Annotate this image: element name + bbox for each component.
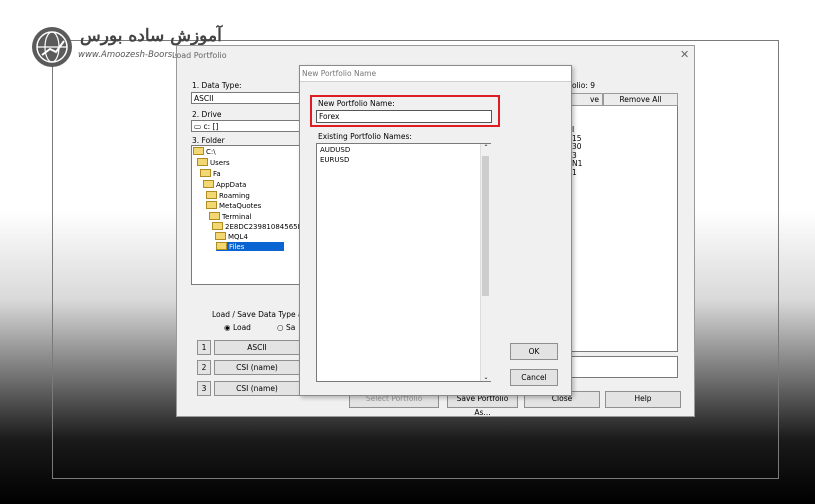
- row-number-button[interactable]: 3: [197, 381, 211, 396]
- data-type-select[interactable]: ASCII: [191, 92, 301, 104]
- folder-item[interactable]: AppData: [203, 180, 246, 189]
- folder-item[interactable]: MQL4: [215, 232, 248, 241]
- load-save-label: Load / Save Data Type and: [212, 310, 313, 319]
- help-button[interactable]: Help: [605, 391, 681, 408]
- row-number-button[interactable]: 2: [197, 360, 211, 375]
- list-item[interactable]: EURUSD: [320, 156, 349, 164]
- load-portfolio-title: Load Portfolio: [172, 51, 227, 60]
- cancel-button[interactable]: Cancel: [510, 369, 558, 386]
- folder-icon: [197, 158, 208, 166]
- close-icon[interactable]: ✕: [680, 48, 689, 61]
- portfolio-count: olio: 9: [572, 81, 596, 90]
- ok-button[interactable]: OK: [510, 343, 558, 360]
- drive-icon: ▭: [194, 122, 202, 131]
- row-number-button[interactable]: 1: [197, 340, 211, 355]
- folder-icon: [215, 232, 226, 240]
- logo-name: آموزش ساده بورس: [80, 26, 222, 46]
- row-type-button[interactable]: CSI (name): [214, 381, 300, 396]
- portfolio-list-items: I 15 30 3 N1 1: [572, 125, 583, 177]
- folder-icon: [200, 169, 211, 177]
- folder-icon: [206, 191, 217, 199]
- existing-names-label: Existing Portfolio Names:: [318, 132, 412, 141]
- folder-icon: [212, 222, 223, 230]
- portfolio-list[interactable]: [566, 106, 678, 352]
- folder-item[interactable]: Terminal: [209, 212, 252, 221]
- scroll-down-icon[interactable]: ⌄: [481, 374, 491, 381]
- remove-all-button[interactable]: Remove All: [603, 93, 678, 106]
- scroll-up-icon[interactable]: ⌃: [481, 144, 491, 151]
- dialog-title: New Portfolio Name: [302, 69, 377, 78]
- load-radio[interactable]: ◉ Load: [224, 323, 251, 332]
- save-radio[interactable]: ○ Sa: [277, 323, 295, 332]
- new-name-input[interactable]: Forex: [316, 110, 492, 123]
- folder-item[interactable]: C:\: [193, 147, 216, 156]
- scrollbar[interactable]: ⌃ ⌄: [480, 144, 491, 381]
- folder-item[interactable]: MetaQuotes: [206, 201, 261, 210]
- row-type-button[interactable]: CSI (name): [214, 360, 300, 375]
- drive-label: 2. Drive: [192, 110, 222, 119]
- new-name-label: New Portfolio Name:: [318, 99, 395, 108]
- folder-item[interactable]: Fa: [200, 169, 221, 178]
- list-item[interactable]: AUDUSD: [320, 146, 350, 154]
- folder-item[interactable]: Users: [197, 158, 230, 167]
- folder-label: 3. Folder: [192, 136, 225, 145]
- folder-item[interactable]: Roaming: [206, 191, 250, 200]
- folder-icon: [209, 212, 220, 220]
- existing-names-list[interactable]: [316, 143, 491, 382]
- folder-item[interactable]: 2E8DC23981084565FA: [212, 222, 306, 231]
- folder-icon: [193, 147, 204, 155]
- scroll-thumb[interactable]: [482, 156, 489, 296]
- row-type-button[interactable]: ASCII: [214, 340, 300, 355]
- folder-icon: [203, 180, 214, 188]
- drive-select[interactable]: ▭ c: []: [191, 120, 301, 132]
- folder-icon: [216, 242, 227, 250]
- portfolio-name-field[interactable]: [566, 356, 678, 378]
- logo-globe-icon: [32, 27, 72, 67]
- data-type-label: 1. Data Type:: [192, 81, 242, 90]
- folder-item-selected[interactable]: Files: [216, 242, 285, 251]
- folder-icon: [206, 201, 217, 209]
- dialog-titlebar: New Portfolio Name: [300, 66, 571, 82]
